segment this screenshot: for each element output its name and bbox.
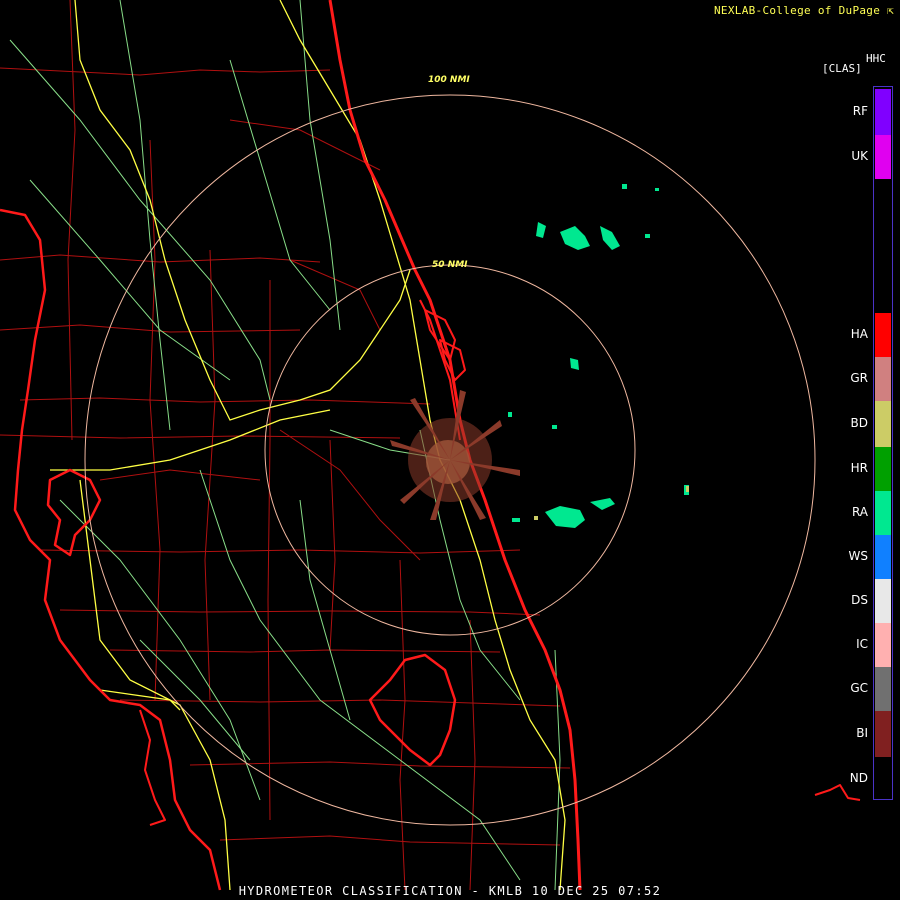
legend-label-bd: BD xyxy=(850,416,868,430)
legend-label-gc: GC xyxy=(850,681,868,695)
color-legend-bar xyxy=(873,86,893,800)
legend-label-ds: DS xyxy=(851,593,868,607)
legend-label-nd: ND xyxy=(849,771,868,785)
legend-label-uk: UK xyxy=(851,149,868,163)
legend-swatch-gr xyxy=(875,357,891,401)
legend-swatch-ra xyxy=(875,491,891,535)
legend-units: [CLAS] xyxy=(822,62,862,75)
rain-echoes xyxy=(508,184,689,528)
radar-map[interactable]: 100 NMI 50 NMI xyxy=(0,0,900,900)
legend-swatch-ws xyxy=(875,535,891,579)
product-caption: HYDROMETEOR CLASSIFICATION - KMLB 10 DEC… xyxy=(238,884,662,898)
legend-swatch-ds xyxy=(875,579,891,623)
legend-swatch-gc xyxy=(875,667,891,711)
radar-echoes xyxy=(390,184,689,528)
legend-label-ic: IC xyxy=(856,637,868,651)
legend-label-ra: RA xyxy=(851,505,868,519)
legend-swatch-hr xyxy=(875,447,891,491)
legend-label-hr: HR xyxy=(850,461,868,475)
source-credit[interactable]: NEXLAB-College of DuPage ⇱ xyxy=(714,4,894,17)
legend-swatch-ha xyxy=(875,313,891,357)
ring-label-50: 50 NMI xyxy=(432,260,468,270)
legend-label-gr: GR xyxy=(850,371,868,385)
legend-swatch-ic xyxy=(875,623,891,667)
legend-product-code: HHC xyxy=(866,52,886,65)
legend-swatch-uk xyxy=(875,135,891,179)
legend-label-bi: BI xyxy=(856,726,868,740)
ring-label-100: 100 NMI xyxy=(428,75,470,85)
legend-swatch-bi xyxy=(875,711,891,757)
legend-label-ha: HA xyxy=(850,327,868,341)
legend-label-ws: WS xyxy=(848,549,868,563)
legend-label-rf: RF xyxy=(852,104,868,118)
legend-swatch-rf xyxy=(875,89,891,135)
legend-swatch-bd xyxy=(875,401,891,447)
